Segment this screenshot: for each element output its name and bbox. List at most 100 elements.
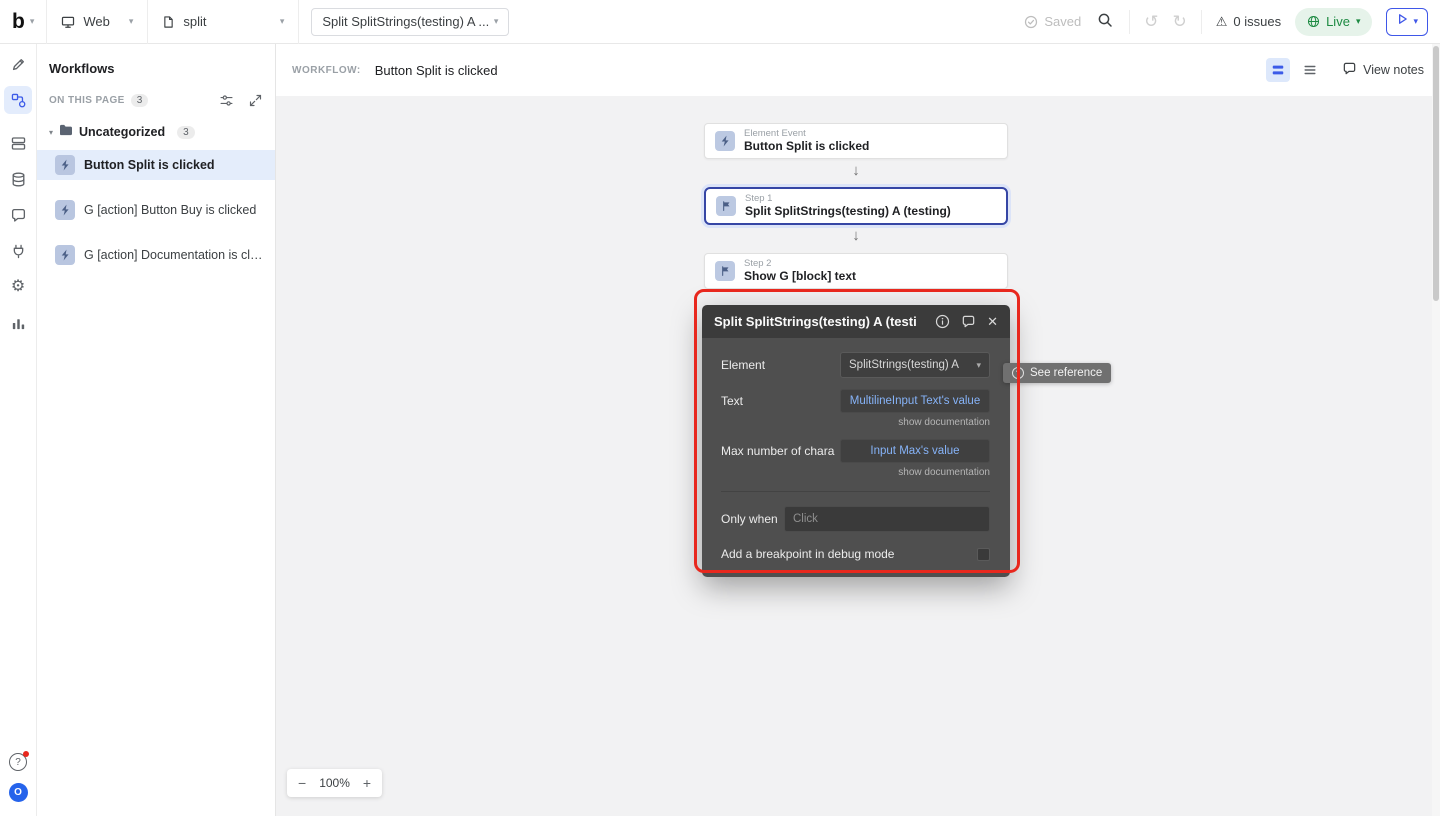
page-select[interactable]: split ▾ — [148, 0, 298, 43]
action-properties-popup: Split SplitStrings(testing) A (testi ✕ E… — [702, 305, 1010, 577]
issues-indicator[interactable]: ⚠ 0 issues — [1216, 14, 1281, 29]
node-kind: Element Event — [744, 127, 806, 139]
step-node[interactable]: Step 2 Show G [block] text — [704, 253, 1008, 289]
bar-chart-icon — [12, 318, 24, 329]
breakpoint-label: Add a breakpoint in debug mode — [721, 547, 895, 561]
rail-bottom: ? O — [8, 751, 29, 802]
see-reference-tooltip[interactable]: ? See reference — [1003, 363, 1112, 383]
zoom-level: 100% — [319, 776, 350, 790]
view-rows-toggle[interactable] — [1266, 58, 1291, 82]
live-button[interactable]: Live ▾ — [1295, 7, 1373, 36]
plug-icon — [13, 244, 23, 258]
bolt-icon — [715, 131, 735, 151]
preview-button[interactable]: ▾ — [1386, 7, 1428, 36]
folder-name: Uncategorized — [79, 125, 166, 139]
comment-icon[interactable] — [961, 314, 976, 329]
platform-select[interactable]: Web ▾ — [47, 0, 147, 43]
text-expression[interactable]: MultilineInput Text's value — [840, 389, 990, 413]
bubble-logo-menu[interactable]: b ▾ — [0, 0, 46, 43]
list-view-icon — [1304, 65, 1316, 75]
workflow-list-item[interactable]: Button Split is clicked — [37, 150, 275, 180]
plugins-tab[interactable] — [4, 237, 32, 265]
components-icon — [11, 136, 25, 150]
check-circle-icon — [1024, 15, 1038, 29]
scrollbar-thumb[interactable] — [1433, 46, 1439, 301]
close-icon[interactable]: ✕ — [987, 315, 998, 328]
bolt-icon — [55, 200, 75, 220]
design-tab[interactable] — [4, 50, 32, 78]
globe-icon — [1307, 15, 1320, 28]
panel-title: Workflows — [49, 61, 115, 76]
help-button[interactable]: ? — [9, 751, 29, 771]
workflow-icon — [11, 93, 25, 107]
step-node-selected[interactable]: Step 1 Split SplitStrings(testing) A (te… — [704, 187, 1008, 225]
view-notes-button[interactable]: View notes — [1342, 61, 1424, 79]
only-when-row: Only when — [721, 491, 990, 532]
popup-header[interactable]: Split SplitStrings(testing) A (testi ✕ — [702, 305, 1010, 338]
view-list-toggle[interactable] — [1298, 58, 1322, 82]
bubble-logo: b — [12, 10, 25, 33]
folder-icon — [59, 123, 73, 141]
bolt-icon — [55, 245, 75, 265]
node-kind: Step 1 — [745, 192, 773, 204]
divider — [298, 0, 300, 44]
node-title: Show G [block] text — [744, 269, 857, 284]
chevron-down-icon: ▾ — [493, 16, 499, 26]
styles-tab[interactable] — [4, 201, 32, 229]
workflow-select[interactable]: Split SplitStrings(testing) A ... ▾ — [311, 7, 510, 36]
search-button[interactable] — [1095, 10, 1115, 33]
popup-title: Split SplitStrings(testing) A (testi — [714, 314, 917, 329]
flag-icon — [715, 261, 735, 281]
canvas-body[interactable]: Element Event Button Split is clicked ↓ … — [276, 96, 1440, 816]
workflow-tab[interactable] — [4, 86, 32, 114]
only-when-label: Only when — [721, 512, 778, 526]
section-count-badge: 3 — [130, 94, 149, 107]
max-chars-expression-value: Input Max's value — [870, 445, 960, 457]
show-documentation-link[interactable]: show documentation — [721, 417, 990, 428]
saved-label: Saved — [1044, 14, 1082, 29]
info-icon[interactable] — [935, 314, 950, 329]
expand-icon[interactable] — [248, 93, 263, 108]
bolt-icon — [55, 155, 75, 175]
issues-count: 0 issues — [1233, 14, 1282, 29]
components-tab[interactable] — [4, 129, 32, 157]
zoom-in-button[interactable]: + — [363, 776, 371, 790]
database-tab[interactable] — [4, 165, 32, 193]
text-row: Text MultilineInput Text's value — [721, 389, 990, 413]
left-rail: ⚙ ? O — [0, 44, 37, 816]
view-notes-label: View notes — [1363, 63, 1424, 77]
page-icon — [162, 15, 175, 29]
workflow-canvas: WORKFLOW: Button Split is clicked View n… — [276, 44, 1440, 816]
workflows-panel: Workflows ON THIS PAGE 3 ▾ Uncategorized… — [37, 44, 276, 816]
settings-tab[interactable]: ⚙ — [4, 273, 32, 301]
chevron-down-icon: ▾ — [976, 359, 981, 370]
topbar-left: b ▾ Web ▾ split ▾ Split SplitStrings(tes… — [0, 0, 510, 44]
zoom-out-button[interactable]: − — [298, 776, 306, 790]
scrollbar-track[interactable] — [1432, 44, 1440, 816]
saved-status: Saved — [1024, 14, 1081, 29]
logs-tab[interactable] — [4, 309, 32, 337]
workflow-item-label: G [action] Button Buy is clicked — [84, 203, 257, 217]
breakpoint-checkbox[interactable] — [977, 547, 990, 561]
question-circle-icon: ? — [1012, 367, 1024, 379]
only-when-input[interactable] — [784, 506, 990, 532]
chevron-down-icon: ▾ — [49, 127, 54, 137]
pencil-icon — [12, 58, 24, 70]
max-chars-row: Max number of chara Input Max's value — [721, 439, 990, 463]
undo-icon[interactable]: ↺ — [1144, 13, 1158, 30]
workflow-list-item[interactable]: G [action] Documentation is click... — [37, 240, 275, 270]
breakpoint-row: Add a breakpoint in debug mode — [721, 547, 990, 561]
user-avatar[interactable]: O — [8, 783, 28, 802]
filter-icon[interactable] — [219, 93, 234, 108]
chevron-down-icon: ▾ — [29, 16, 35, 26]
topbar: b ▾ Web ▾ split ▾ Split SplitStrings(tes… — [0, 0, 1440, 44]
show-documentation-link[interactable]: show documentation — [721, 467, 990, 478]
workflow-select-value: Split SplitStrings(testing) A ... — [322, 14, 490, 29]
folder-uncategorized[interactable]: ▾ Uncategorized 3 — [37, 123, 275, 141]
redo-icon[interactable]: ↻ — [1172, 13, 1186, 30]
workflow-list-item[interactable]: G [action] Button Buy is clicked — [37, 195, 275, 225]
max-chars-expression[interactable]: Input Max's value — [840, 439, 990, 463]
event-node[interactable]: Element Event Button Split is clicked — [704, 123, 1008, 159]
element-dropdown[interactable]: SplitStrings(testing) A ▾ — [840, 352, 990, 378]
divider — [1129, 9, 1131, 34]
